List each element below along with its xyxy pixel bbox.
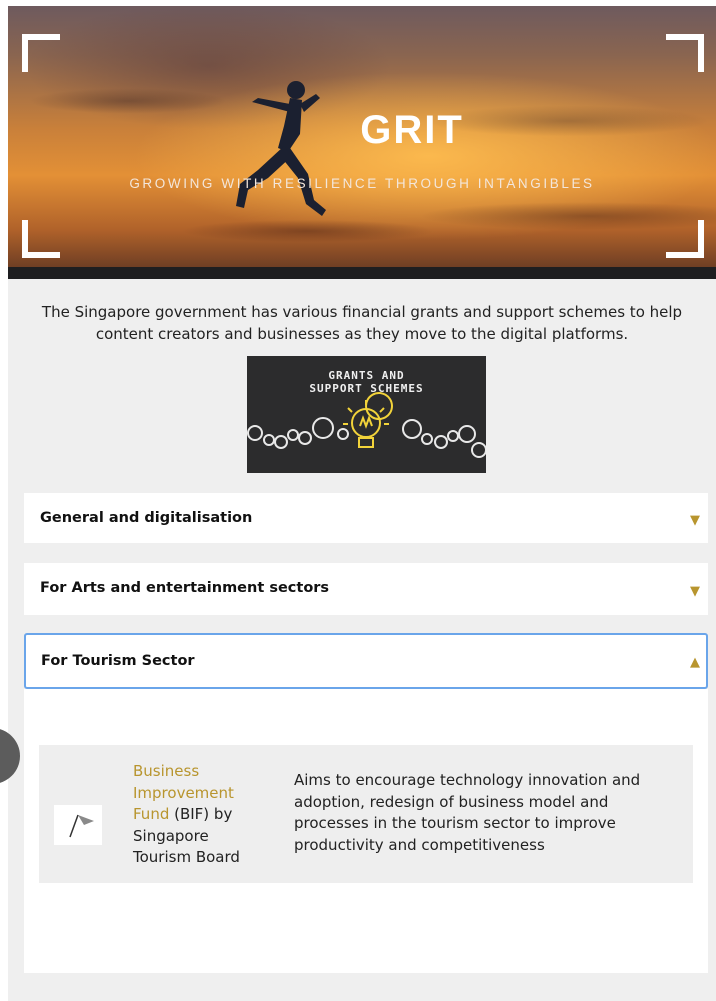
hero-bottom-strip: [8, 267, 716, 279]
hero-subtitle: GROWING WITH RESILIENCE THROUGH INTANGIB…: [129, 176, 595, 191]
hero-title: GRIT: [360, 108, 464, 152]
corner-bracket-icon: [666, 220, 704, 258]
page: GRIT GROWING WITH RESILIENCE THROUGH INT…: [8, 6, 716, 1001]
chevron-down-icon: ▼: [690, 584, 700, 599]
scheme-description: Aims to encourage technology innovation …: [294, 771, 641, 854]
intro-text: The Singapore government has various fin…: [41, 303, 683, 343]
accordion-general-digitalisation[interactable]: General and digitalisation ▼: [24, 493, 708, 543]
tourism-sector-panel: Business Improvement Fund (BIF) by Singa…: [24, 689, 708, 973]
scheme-logo: [54, 805, 102, 845]
scheme-name: Business Improvement Fund (BIF) by Singa…: [133, 761, 253, 869]
chevron-down-icon: ▼: [690, 513, 700, 528]
corner-bracket-icon: [22, 34, 60, 72]
grants-image-line1: GRANTS AND: [328, 369, 405, 382]
corner-bracket-icon: [666, 34, 704, 72]
accordion-title: General and digitalisation: [40, 510, 253, 526]
accordion-title: For Tourism Sector: [41, 653, 195, 669]
hero-banner: GRIT GROWING WITH RESILIENCE THROUGH INT…: [8, 6, 716, 279]
grants-support-image: GRANTS AND SUPPORT SCHEMES: [247, 356, 486, 473]
grants-image-label: GRANTS AND SUPPORT SCHEMES: [247, 369, 486, 395]
accordion-tourism-sector[interactable]: For Tourism Sector ▲: [24, 633, 708, 689]
corner-bracket-icon: [22, 220, 60, 258]
scheme-card: Business Improvement Fund (BIF) by Singa…: [39, 745, 693, 883]
flag-icon: [69, 814, 94, 838]
grants-image-line2: SUPPORT SCHEMES: [309, 382, 424, 395]
accordion-title: For Arts and entertainment sectors: [40, 580, 330, 596]
chevron-up-icon: ▲: [690, 655, 700, 670]
accordion-arts-entertainment[interactable]: For Arts and entertainment sectors ▼: [24, 563, 708, 615]
